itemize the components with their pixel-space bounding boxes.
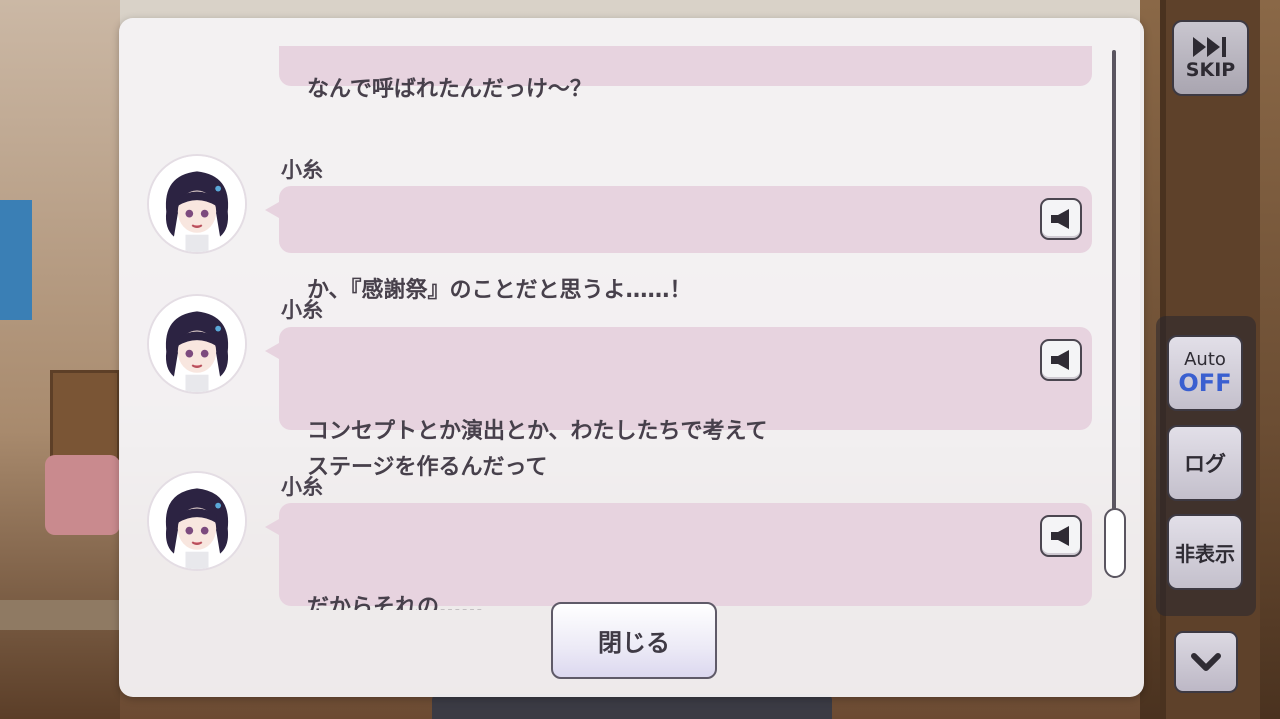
auto-toggle-button[interactable]: Auto OFF: [1167, 335, 1243, 411]
floor-rail: [0, 600, 120, 630]
dialogue-text: コンセプトとか演出とか、わたしたちで考えて ステージを作るんだって: [307, 419, 768, 480]
log-list[interactable]: なんで呼ばれたんだっけ～？ 小糸 か、『感謝祭』のことだと思うよ……！ 小糸 コ…: [119, 46, 1119, 610]
speaker-icon: [1051, 209, 1069, 229]
bubble-tail: [265, 519, 279, 535]
skip-button[interactable]: SKIP: [1172, 20, 1249, 96]
log-button[interactable]: ログ: [1167, 425, 1243, 501]
dialogue-text: だからそれの…… 相談、かな……？: [307, 595, 484, 610]
scrollbar-track[interactable]: [1112, 50, 1116, 578]
bubble-tail: [265, 343, 279, 359]
speaker-icon: [1051, 350, 1069, 370]
close-button[interactable]: 閉じる: [551, 602, 717, 679]
fast-forward-icon: [1192, 37, 1226, 57]
speaker-name: 小糸: [281, 475, 323, 499]
scrollbar-thumb[interactable]: [1104, 508, 1126, 578]
dialogue-log-panel: なんで呼ばれたんだっけ～？ 小糸 か、『感謝祭』のことだと思うよ……！ 小糸 コ…: [119, 18, 1144, 697]
koito-avatar: [147, 471, 247, 571]
speaker-name: 小糸: [281, 298, 323, 322]
dialogue-bubble: だからそれの…… 相談、かな……？: [265, 503, 1092, 610]
hide-ui-button[interactable]: 非表示: [1167, 514, 1243, 590]
pink-stool: [45, 455, 120, 535]
chevron-down-icon: [1191, 653, 1221, 671]
wall-poster: [0, 200, 32, 320]
scroll-down-button[interactable]: [1174, 631, 1238, 693]
voice-replay-button[interactable]: [1040, 198, 1082, 240]
dialogue-bubble-partial: なんで呼ばれたんだっけ～？: [279, 46, 1092, 102]
bubble-tail: [265, 202, 279, 218]
koito-avatar: [147, 294, 247, 394]
bottom-tab: [432, 694, 832, 719]
speaker-icon: [1051, 526, 1069, 546]
skip-label: SKIP: [1185, 59, 1236, 81]
koito-avatar: [147, 154, 247, 254]
auto-state: OFF: [1178, 369, 1232, 397]
dialogue-bubble: か、『感謝祭』のことだと思うよ……！: [265, 186, 1092, 303]
dialogue-bubble: コンセプトとか演出とか、わたしたちで考えて ステージを作るんだって: [265, 327, 1092, 480]
voice-replay-button[interactable]: [1040, 515, 1082, 557]
dialogue-text-partial: なんで呼ばれたんだっけ～？: [307, 77, 592, 102]
auto-label: Auto: [1184, 349, 1226, 370]
speaker-name: 小糸: [281, 158, 323, 182]
dialogue-text: か、『感謝祭』のことだと思うよ……！: [307, 278, 692, 303]
bookshelf: [50, 370, 120, 460]
voice-replay-button[interactable]: [1040, 339, 1082, 381]
